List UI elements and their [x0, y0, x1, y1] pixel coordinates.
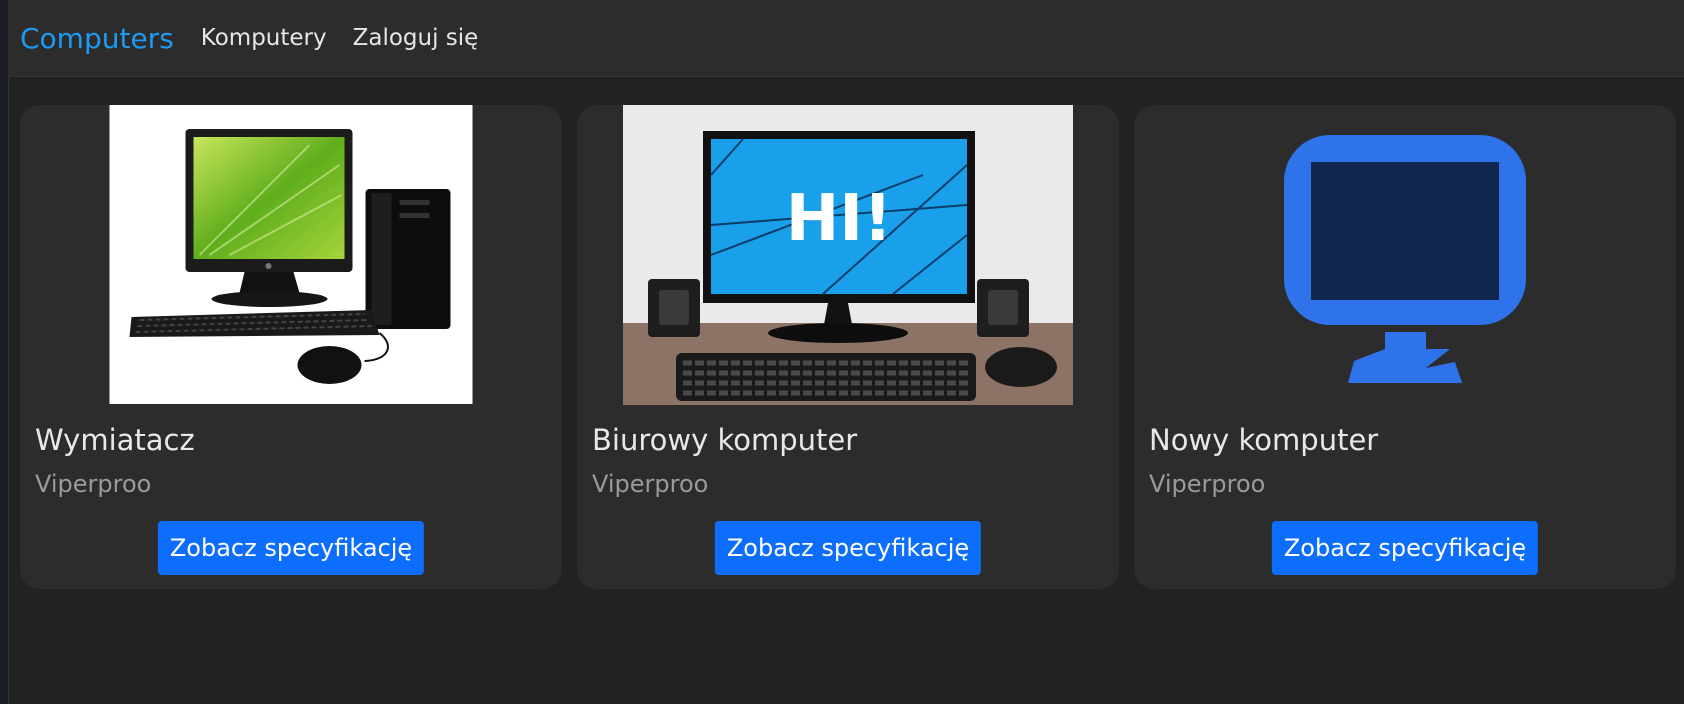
- computer-card: Nowy komputer Viperproo Zobacz specyfika…: [1134, 105, 1676, 589]
- view-specs-button[interactable]: Zobacz specyfikację: [157, 521, 425, 575]
- card-author: Viperproo: [1149, 470, 1266, 498]
- card-title: Wymiatacz: [35, 423, 195, 457]
- navbar: Computers Komputery Zaloguj się: [8, 0, 1684, 77]
- computer-image: HI!: [623, 105, 1073, 405]
- brand-link[interactable]: Computers: [20, 22, 174, 55]
- computer-card: Wymiatacz Viperproo Zobacz specyfikację: [20, 105, 562, 589]
- screen-greeting-text: HI!: [786, 182, 893, 256]
- card-title: Nowy komputer: [1149, 423, 1379, 457]
- computer-card-list: Wymiatacz Viperproo Zobacz specyfikację …: [20, 105, 1676, 589]
- card-title: Biurowy komputer: [592, 423, 858, 457]
- view-specs-button[interactable]: Zobacz specyfikację: [1271, 521, 1539, 575]
- view-specs-button[interactable]: Zobacz specyfikację: [714, 521, 982, 575]
- computer-image: [109, 105, 473, 404]
- computer-image: [1284, 135, 1526, 383]
- window-left-edge: [0, 0, 9, 704]
- monitor-placeholder-icon: [1284, 135, 1526, 383]
- card-author: Viperproo: [35, 470, 152, 498]
- nav-link-login[interactable]: Zaloguj się: [353, 25, 479, 51]
- nav-link-komputery[interactable]: Komputery: [201, 25, 327, 51]
- desktop-pc-icon: [129, 129, 451, 384]
- computer-card: HI! Biurowy komputer Viperproo Zobacz sp…: [577, 105, 1119, 589]
- card-author: Viperproo: [592, 470, 709, 498]
- office-computer-icon: HI!: [623, 105, 1073, 405]
